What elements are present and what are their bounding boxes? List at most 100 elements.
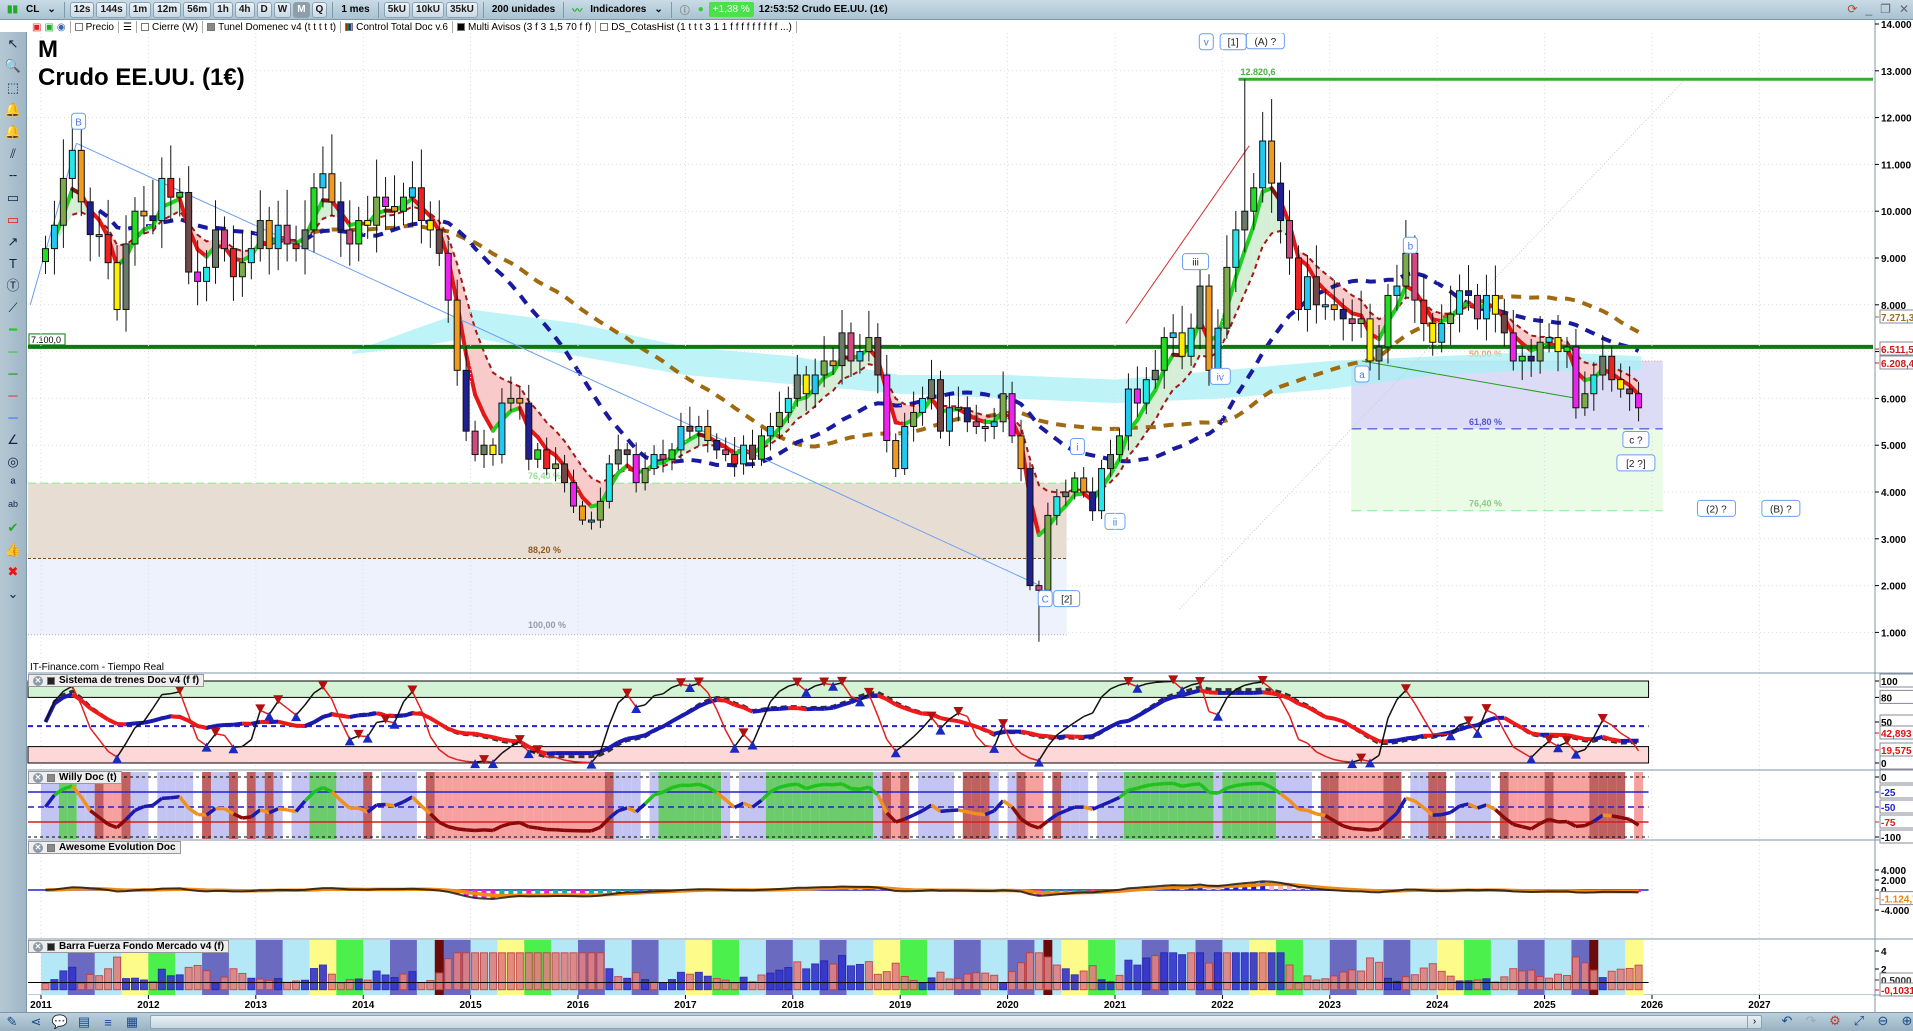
candle[interactable]: [283, 189, 291, 262]
multichart-icon[interactable]: ▦: [120, 1014, 144, 1030]
wave-label[interactable]: iv: [1209, 367, 1231, 385]
candle[interactable]: [1089, 477, 1097, 521]
candle[interactable]: [722, 437, 730, 462]
candle[interactable]: [489, 438, 497, 466]
main-price-pane[interactable]: 88,20 %100,00 %50,00 %61,80 %76,40 %76,4…: [28, 24, 1873, 642]
candle[interactable]: [525, 384, 533, 471]
candle[interactable]: [185, 166, 193, 285]
candle[interactable]: [650, 445, 658, 475]
candle[interactable]: [659, 439, 667, 473]
wave-label[interactable]: a: [1354, 365, 1370, 383]
zoom-out-icon[interactable]: ⊖: [1871, 1013, 1895, 1029]
candle[interactable]: [292, 225, 300, 262]
wave-label[interactable]: c ?: [1622, 431, 1650, 449]
candle[interactable]: [534, 443, 542, 469]
candle[interactable]: [910, 391, 918, 442]
wave-label[interactable]: (B) ?: [1761, 499, 1801, 517]
candle[interactable]: [1312, 245, 1320, 324]
candle[interactable]: [1482, 274, 1490, 341]
candle[interactable]: [122, 215, 130, 332]
candle[interactable]: [364, 195, 372, 239]
candle[interactable]: [936, 370, 944, 439]
candle[interactable]: [408, 161, 416, 227]
wave-label[interactable]: (A) ?: [1245, 33, 1285, 50]
candle[interactable]: [399, 182, 407, 226]
chart-canvas[interactable]: 88,20 %100,00 %50,00 %61,80 %76,40 %76,4…: [0, 0, 1913, 1031]
candle[interactable]: [86, 187, 94, 262]
candle[interactable]: [1402, 220, 1410, 298]
wave-label[interactable]: [1]: [1219, 33, 1247, 51]
close-panel-icon[interactable]: ✕: [33, 941, 43, 952]
candle[interactable]: [480, 429, 488, 469]
candle[interactable]: [668, 443, 676, 471]
candle[interactable]: [1098, 459, 1106, 520]
trendline-dotted[interactable]: [1179, 79, 1685, 610]
wave-label[interactable]: [2]: [1053, 590, 1081, 608]
candle[interactable]: [1223, 235, 1231, 339]
candle[interactable]: [238, 230, 246, 297]
undo-icon[interactable]: ↶: [1775, 1013, 1799, 1029]
candle[interactable]: [614, 434, 622, 471]
horizontal-scrollbar[interactable]: ›: [150, 1015, 1762, 1029]
close-panel-icon[interactable]: ✕: [33, 675, 43, 686]
candle[interactable]: [623, 443, 631, 469]
candle[interactable]: [212, 200, 220, 284]
candle[interactable]: [1133, 366, 1141, 417]
candle[interactable]: [382, 176, 390, 231]
candle[interactable]: [605, 454, 613, 509]
redo-icon[interactable]: ↷: [1799, 1013, 1823, 1029]
candle[interactable]: [435, 200, 443, 267]
candle[interactable]: [731, 437, 739, 477]
wave-label[interactable]: b: [1402, 236, 1418, 254]
panel-header-sistema[interactable]: ✕ Sistema de trenes Doc v4 (f f): [28, 674, 205, 687]
candle[interactable]: [892, 433, 900, 478]
candle[interactable]: [686, 406, 694, 439]
candle[interactable]: [1473, 283, 1481, 330]
ladder-icon[interactable]: ≡: [96, 1015, 120, 1030]
candle[interactable]: [77, 115, 85, 217]
candle[interactable]: [417, 149, 425, 244]
candle[interactable]: [391, 175, 399, 230]
wave-label[interactable]: B: [71, 112, 87, 130]
candle[interactable]: [131, 197, 139, 266]
candle[interactable]: [1286, 190, 1294, 275]
candle[interactable]: [1044, 502, 1052, 593]
zoom-in-icon[interactable]: ⊕: [1895, 1013, 1913, 1029]
panel-header-barra[interactable]: ✕ Barra Fuerza Fondo Mercado v4 (f): [28, 940, 230, 953]
wave-label[interactable]: C: [1037, 590, 1053, 608]
report-icon[interactable]: ▤: [72, 1014, 96, 1030]
pencil-icon[interactable]: ✎: [0, 1014, 24, 1030]
candle[interactable]: [229, 225, 237, 301]
candle[interactable]: [883, 354, 891, 453]
zoom-fit-icon[interactable]: ⤢: [1847, 1013, 1871, 1029]
wave-label[interactable]: v: [1198, 33, 1214, 51]
candle-settings-icon[interactable]: ⚙: [1823, 1013, 1847, 1029]
candle[interactable]: [426, 201, 434, 248]
candle[interactable]: [713, 433, 721, 460]
candle[interactable]: [346, 200, 354, 266]
wave-label[interactable]: [2 ?]: [1616, 454, 1656, 472]
candle[interactable]: [444, 240, 452, 323]
candle[interactable]: [355, 206, 363, 262]
candle[interactable]: [337, 181, 345, 257]
candle[interactable]: [945, 393, 953, 447]
candle[interactable]: [1026, 462, 1034, 591]
candle[interactable]: [740, 435, 748, 475]
candle[interactable]: [1420, 275, 1428, 342]
candle[interactable]: [41, 235, 49, 275]
candle[interactable]: [68, 128, 76, 199]
candle[interactable]: [1572, 328, 1580, 419]
close-panel-icon[interactable]: ✕: [33, 772, 43, 783]
wave-label[interactable]: i: [1069, 438, 1085, 456]
close-panel-icon[interactable]: ✕: [33, 842, 43, 853]
candle[interactable]: [1241, 79, 1249, 253]
candle[interactable]: [990, 407, 998, 440]
panel-header-awesome[interactable]: ✕ Awesome Evolution Doc: [28, 841, 181, 854]
candle[interactable]: [310, 173, 318, 253]
chat-icon[interactable]: 💬: [48, 1014, 72, 1030]
candle[interactable]: [256, 190, 264, 262]
candle[interactable]: [963, 396, 971, 433]
wave-label[interactable]: iii: [1182, 253, 1210, 271]
candle[interactable]: [220, 216, 228, 262]
wave-label[interactable]: (2) ?: [1696, 499, 1736, 517]
